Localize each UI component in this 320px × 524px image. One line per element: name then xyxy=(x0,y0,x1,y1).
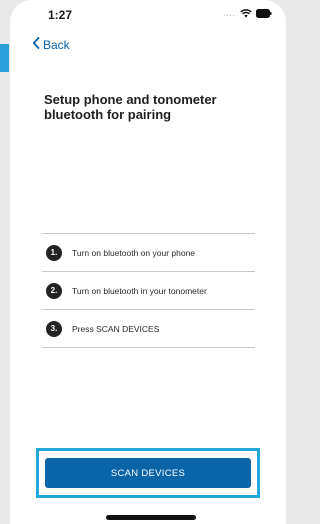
status-time: 1:27 xyxy=(48,8,73,22)
list-item: 2. Turn on bluetooth in your tonometer xyxy=(42,272,255,310)
battery-icon xyxy=(256,5,272,23)
phone-screen: 1:27 .... Back Setup phone and tonometer… xyxy=(10,0,286,524)
step-text: Press SCAN DEVICES xyxy=(72,323,160,334)
step-number-badge: 1. xyxy=(46,244,62,261)
wifi-icon xyxy=(240,5,252,23)
list-item: 3. Press SCAN DEVICES xyxy=(42,310,255,348)
back-button[interactable]: Back xyxy=(32,36,70,54)
steps-list: 1. Turn on bluetooth on your phone 2. Tu… xyxy=(42,233,255,348)
scan-devices-button[interactable]: SCAN DEVICES xyxy=(45,458,251,488)
list-item: 1. Turn on bluetooth on your phone xyxy=(42,234,255,272)
step-number-badge: 2. xyxy=(46,282,62,299)
step-number-badge: 3. xyxy=(46,320,62,337)
back-label: Back xyxy=(43,38,70,52)
step-text: Turn on bluetooth in your tonometer xyxy=(72,285,207,296)
page-title: Setup phone and tonometer bluetooth for … xyxy=(44,92,217,122)
chevron-left-icon xyxy=(32,36,40,54)
step-text: Turn on bluetooth on your phone xyxy=(72,247,196,258)
signal-indicator: .... xyxy=(223,9,236,18)
home-indicator xyxy=(106,515,196,520)
side-accent-strip xyxy=(0,44,9,72)
status-bar: 1:27 .... xyxy=(10,0,286,28)
scan-button-highlight: SCAN DEVICES xyxy=(36,448,260,498)
status-icons: .... xyxy=(223,8,272,20)
